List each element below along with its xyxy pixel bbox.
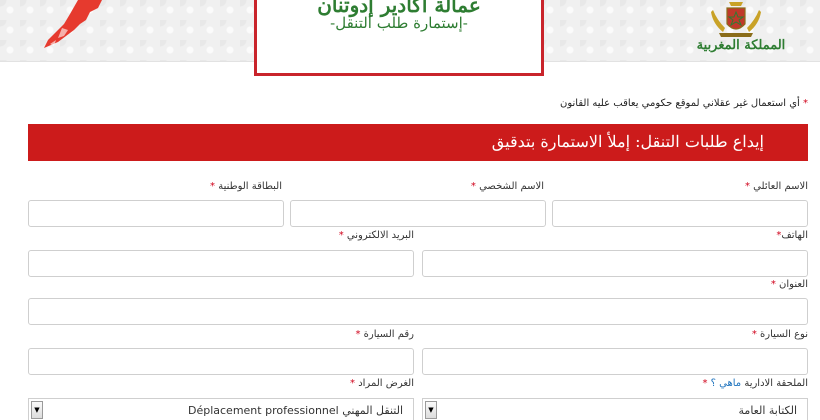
morocco-map-logo — [44, 0, 102, 48]
address-input[interactable] — [28, 298, 808, 325]
id-card-input[interactable] — [28, 200, 284, 227]
email-label: البريد الالكتروني * — [338, 230, 414, 241]
form-banner: إيداع طلبات التنقل: إملأ الاستمارة بتدقي… — [28, 124, 808, 161]
legal-warning: * أي استعمال غير عقلاني لموقع حكومي يعاق… — [560, 98, 808, 109]
phone-input[interactable] — [422, 250, 808, 277]
car-type-label: نوع السيارة * — [751, 329, 808, 340]
first-name-input[interactable] — [290, 200, 546, 227]
purpose-select[interactable]: ▼ Déplacement professionnel التنقل المهن… — [28, 398, 414, 420]
title-box: عمالة أكادير إدوتنان -إستمارة طلب التنقل… — [254, 0, 544, 76]
id-card-label: البطاقة الوطنية * — [210, 181, 282, 192]
purpose-label: الغرض المراد * — [350, 378, 414, 389]
email-input[interactable] — [28, 250, 414, 277]
chevron-down-icon[interactable]: ▼ — [425, 401, 437, 419]
chevron-down-icon[interactable]: ▼ — [31, 401, 43, 419]
form-banner-text: إيداع طلبات التنقل: إملأ الاستمارة بتدقي… — [491, 132, 764, 151]
legal-warning-text: أي استعمال غير عقلاني لموقع حكومي يعاقب … — [560, 98, 800, 109]
car-number-label: رقم السيارة * — [355, 329, 414, 340]
annex-select-value: الكتابة العامة — [738, 404, 797, 417]
car-type-input[interactable] — [422, 348, 808, 375]
annex-help-link[interactable]: ماهي ؟ — [711, 378, 742, 389]
annex-select[interactable]: ▼ الكتابة العامة — [422, 398, 808, 420]
kingdom-label: المملكة المغربية — [696, 38, 786, 53]
family-name-input[interactable] — [552, 200, 808, 227]
annex-label: الملحقة الادارية ماهي ؟ * — [702, 378, 808, 389]
page-header: عمالة أكادير إدوتنان -إستمارة طلب التنقل… — [0, 0, 820, 76]
family-name-label: الاسم العائلي * — [744, 181, 808, 192]
car-number-input[interactable] — [28, 348, 414, 375]
first-name-label: الاسم الشخصي * — [470, 181, 544, 192]
address-label: العنوان * — [770, 279, 808, 290]
phone-label: الهاتف* — [776, 230, 808, 241]
page-subtitle: -إستمارة طلب التنقل- — [330, 14, 468, 32]
required-star: * — [803, 98, 808, 109]
coat-of-arms-icon — [711, 2, 761, 37]
purpose-select-value: Déplacement professionnel التنقل المهني — [187, 404, 403, 417]
